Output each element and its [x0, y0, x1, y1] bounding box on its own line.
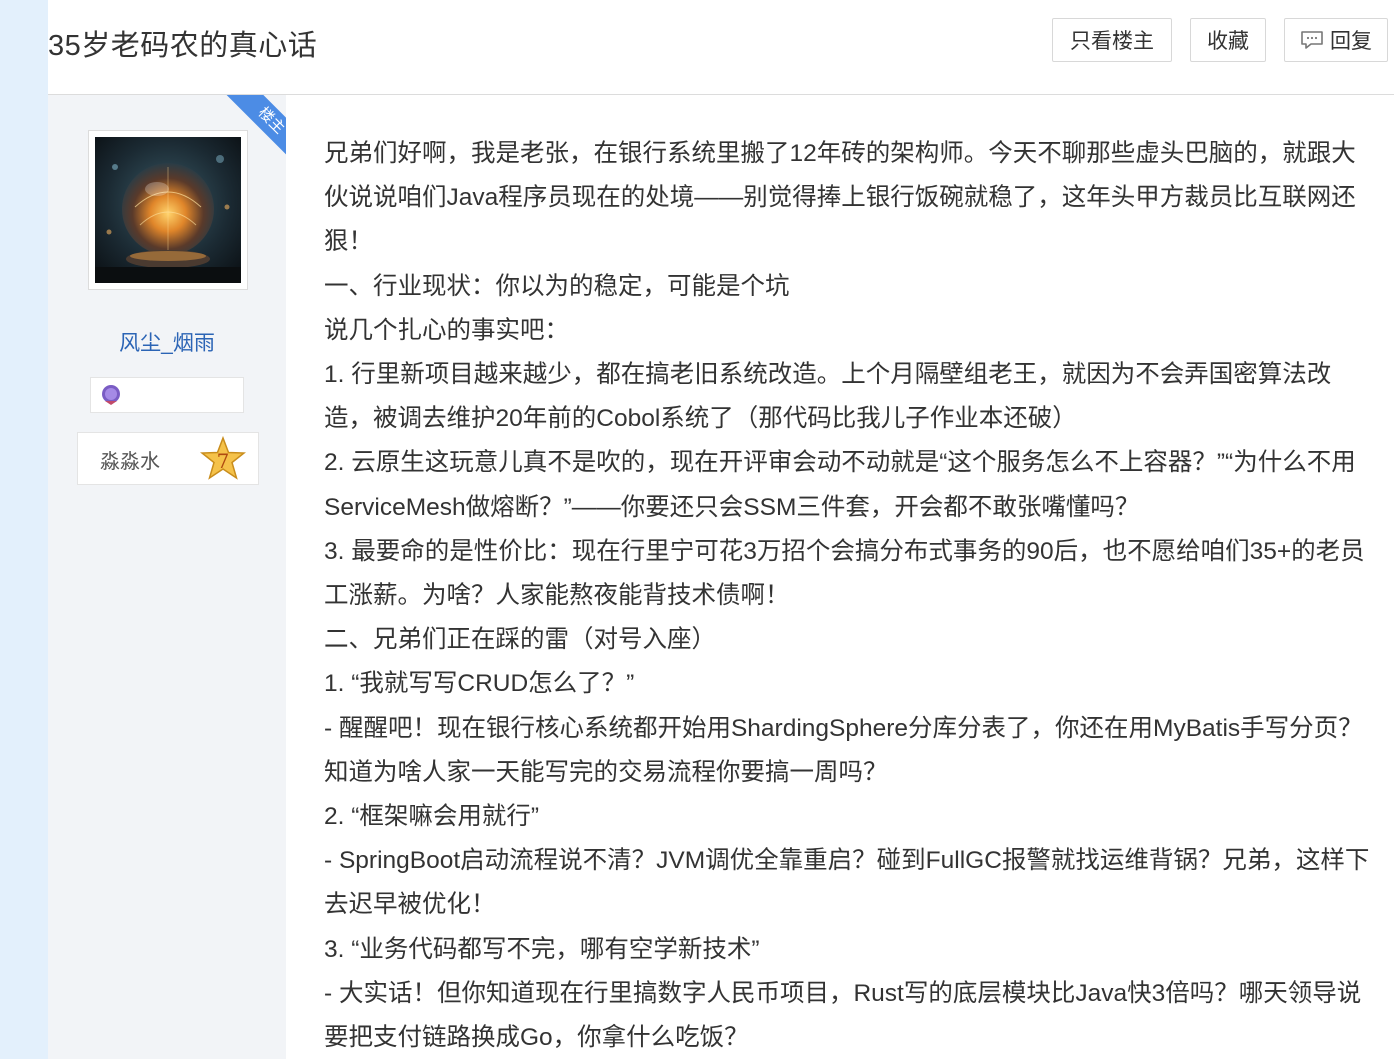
avatar-image	[95, 137, 241, 283]
author-sidebar: 楼主 风尘_烟雨 淼淼水 7	[48, 95, 286, 1059]
post-paragraph: 3. “业务代码都写不完，哪有空学新技术”	[324, 935, 760, 963]
medal-icon	[102, 385, 120, 405]
avatar[interactable]	[88, 130, 248, 290]
post-paragraph: 兄弟们好啊，我是老张，在银行系统里搬了12年砖的架构师。今天不聊那些虚头巴脑的，…	[324, 140, 1356, 256]
post-paragraph: 1. 行里新项目越来越少，都在搞老旧系统改造。上个月隔壁组老王，就因为不会弄国密…	[324, 361, 1332, 433]
user-level-box: 淼淼水 7	[77, 432, 259, 485]
comment-icon	[1301, 31, 1323, 49]
post-paragraph: 说几个扎心的事实吧：	[324, 316, 569, 344]
medal-badge-box	[90, 377, 244, 413]
post-paragraph: - 醒醒吧！现在银行核心系统都开始用ShardingSphere分库分表了，你还…	[324, 714, 1363, 786]
level-star-icon: 7	[200, 436, 246, 480]
post-paragraph: 1. “我就写写CRUD怎么了？”	[324, 670, 635, 698]
thread-header: 35岁老码农的真心话 只看楼主 收藏 回复	[48, 0, 1394, 95]
post-paragraph: 2. 云原生这玩意儿真不是吹的，现在开评审会动不动就是“这个服务怎么不上容器？”…	[324, 449, 1356, 521]
level-name: 淼淼水	[100, 449, 160, 473]
post-paragraph: - 大实话！但你知道现在行里搞数字人民币项目，Rust写的底层模块比Java快3…	[324, 979, 1362, 1052]
collect-button[interactable]: 收藏	[1190, 18, 1266, 62]
post-content: 兄弟们好啊，我是老张，在银行系统里搬了12年砖的架构师。今天不聊那些虚头巴脑的，…	[324, 132, 1374, 1060]
reply-button[interactable]: 回复	[1284, 18, 1388, 62]
post-paragraph: - SpringBoot启动流程说不清？JVM调优全靠重启？碰到FullGC报警…	[324, 847, 1370, 919]
reply-button-label: 回复	[1330, 30, 1372, 53]
only-op-button[interactable]: 只看楼主	[1052, 18, 1172, 62]
thread-title: 35岁老码农的真心话	[48, 30, 318, 62]
author-username[interactable]: 风尘_烟雨	[48, 327, 286, 357]
post-paragraph: 2. “框架嘛会用就行”	[324, 803, 540, 831]
left-background-strip	[0, 0, 48, 1059]
post-paragraph: 一、行业现状：你以为的稳定，可能是个坑	[324, 272, 790, 300]
post-paragraph: 二、兄弟们正在踩的雷（对号入座）	[324, 626, 716, 654]
post-paragraph: 3. 最要命的是性价比：现在行里宁可花3万招个会搞分布式事务的90后，也不愿给咱…	[324, 537, 1365, 610]
level-number: 7	[217, 449, 230, 473]
